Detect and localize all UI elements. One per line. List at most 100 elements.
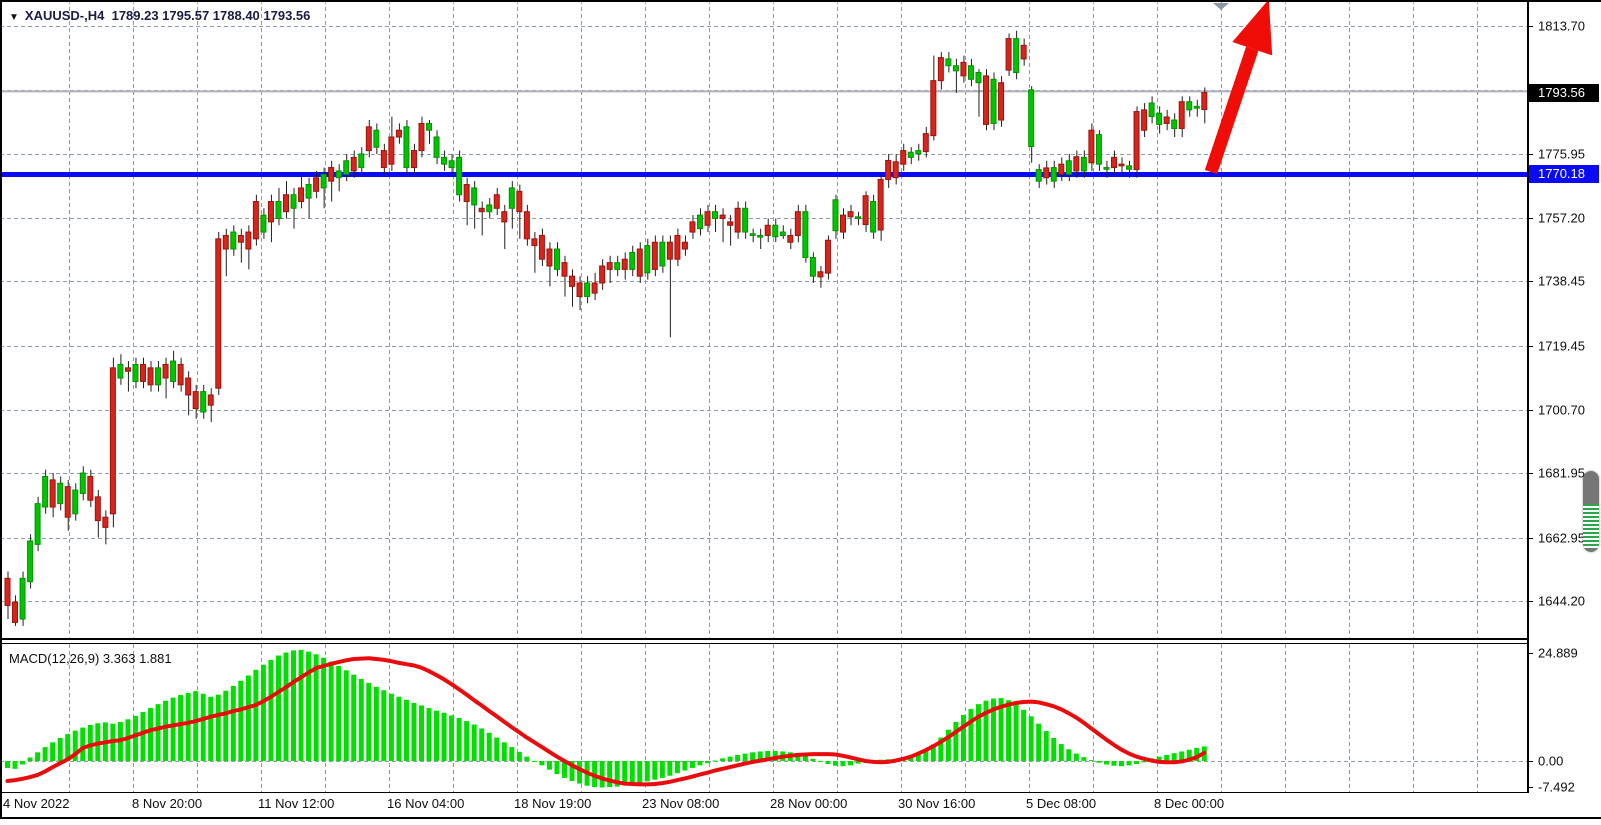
candle-body [381,151,386,168]
macd-bar [1059,744,1064,761]
macd-bar [487,733,492,761]
candle-body [1059,164,1064,174]
candle-body [449,161,454,168]
price-chart-pane[interactable] [0,0,1528,640]
candle-body [818,272,823,277]
macd-indicator-pane[interactable] [0,644,1528,792]
macd-bar [848,761,853,765]
frame-top [0,0,1601,2]
macd-indicator-label: MACD(12,26,9) 3.363 1.881 [9,651,172,666]
macd-bar [637,761,642,783]
macd-bar [833,761,838,766]
macd-bar [261,665,266,761]
macd-bar [133,716,138,761]
macd-grid-layer [0,644,1528,792]
candle-body [743,208,748,232]
symbol-dropdown-icon[interactable]: ▼ [9,12,19,23]
candle-body [50,480,55,507]
macd-bar [1014,704,1019,761]
candle-body [336,171,341,178]
candle-body [622,259,627,269]
price-axis-label: 1738.45 [1538,274,1585,289]
macd-bar [1081,757,1086,761]
candle-body [208,395,213,405]
candle-body [268,202,273,222]
candle-body [577,283,582,297]
candle-body [517,191,522,211]
chart-shift-marker-icon[interactable] [1213,3,1229,10]
candle-body [562,263,567,277]
candle-body [713,212,718,219]
candle-body [1104,168,1109,170]
candle-body [434,137,439,157]
macd-bar [336,666,341,761]
candle-body [366,127,371,151]
candle-body [923,134,928,152]
candle-body [720,215,725,218]
candle-body [788,235,793,242]
macd-bar [675,761,680,773]
candle-body [201,392,206,412]
candle-body [840,215,845,232]
macd-bar [80,728,85,761]
macd-bar [524,757,529,761]
candle-body [645,246,650,273]
frame-bottom [0,817,1601,819]
candle-body [1111,157,1116,167]
macd-bar [953,722,958,761]
candle-body [1066,161,1071,175]
macd-bar [427,708,432,761]
macd-bar [961,715,966,761]
time-axis-label: 5 Dec 08:00 [1026,796,1096,811]
macd-bar [840,761,845,766]
macd-bar [660,761,665,778]
macd-bar [299,650,304,761]
candle-body [1149,103,1154,117]
candle-body [125,368,130,371]
candle-body [607,263,612,270]
macd-bar [5,761,10,768]
candle-body [314,178,319,192]
candle-body [878,179,883,230]
macd-bar [404,700,409,761]
macd-bar [253,670,258,761]
candle-body [1021,45,1026,59]
candle-body [73,490,78,514]
candle-body [1051,168,1056,182]
ohlc-readout-text: XAUUSD-,H4 1789.23 1795.57 1788.40 1793.… [25,8,310,23]
macd-bar [359,679,364,761]
macd-bar [374,687,379,761]
price-axis-label: 1644.20 [1538,594,1585,609]
candle-body [321,174,326,188]
macd-bar [201,694,206,761]
grid-layer [0,0,1528,640]
macd-bar [43,747,48,761]
candle-body [442,157,447,164]
pane-divider-upper [0,638,1528,640]
macd-bar [720,758,725,761]
candle-body [600,266,605,283]
trading-chart-window: ▼ XAUUSD-,H4 1789.23 1795.57 1788.40 1793… [0,0,1601,825]
macd-bar [419,705,424,761]
macd-bar [645,761,650,781]
candle-body [299,188,304,202]
candle-body [20,578,25,619]
candle-body [1014,39,1019,73]
candle-body [389,137,394,164]
candle-body [946,59,951,66]
candle-body [216,239,221,388]
horizontal-support-line[interactable] [0,172,1528,177]
macd-bar [554,761,559,774]
candle-body [148,368,153,385]
pane-divider-lower[interactable] [0,643,1528,644]
candle-body [1089,130,1094,163]
candle-body [999,83,1004,120]
macd-bar [976,704,981,761]
candle-body [893,162,898,178]
macd-bar [171,698,176,761]
candle-body [396,130,401,137]
candle-body [968,66,973,80]
scrollbar-thumb[interactable] [1583,471,1599,552]
macd-bar [1051,738,1056,761]
macd-bar [163,701,168,761]
